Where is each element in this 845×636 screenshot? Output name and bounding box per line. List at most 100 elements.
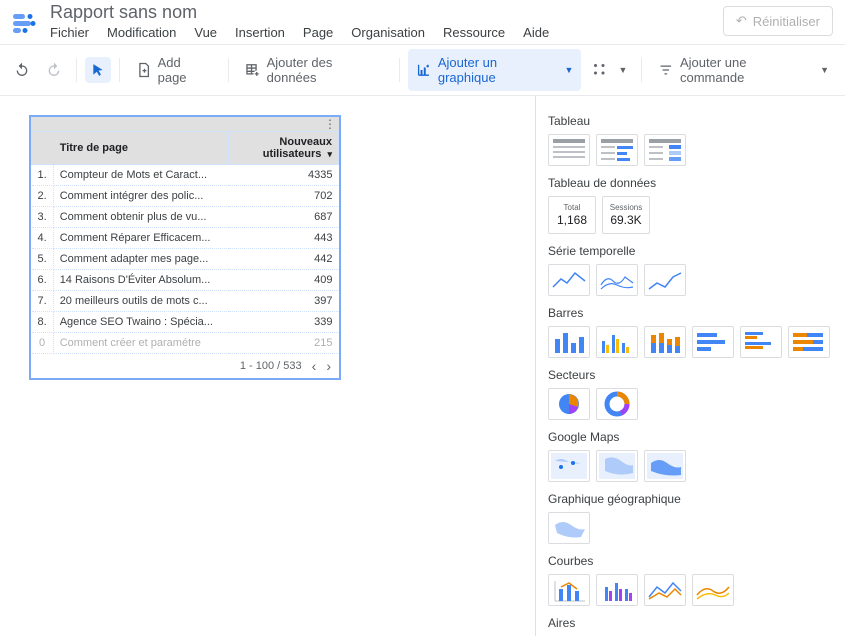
redo-button[interactable] <box>40 56 68 84</box>
chart-geo-1[interactable] <box>548 512 590 544</box>
menu-ressource[interactable]: Ressource <box>443 25 505 40</box>
table-row-faded: 0Comment créer et paramétre215 <box>32 333 339 354</box>
row-title: Comment adapter mes page... <box>53 249 228 270</box>
chevron-down-icon: ▼ <box>820 65 829 75</box>
community-viz-button[interactable]: ▼ <box>585 55 633 85</box>
table-row[interactable]: 7.20 meilleurs outils de mots c...397 <box>32 291 339 312</box>
menu-fichier[interactable]: Fichier <box>50 25 89 40</box>
chart-line-2[interactable] <box>596 574 638 606</box>
chart-bar-2[interactable] <box>596 326 638 358</box>
chart-map-3[interactable] <box>644 450 686 482</box>
menu-vue[interactable]: Vue <box>194 25 217 40</box>
report-canvas[interactable]: ⋮ Titre de page Nouveaux utilisateurs ▾ … <box>0 96 535 636</box>
section-geo: Graphique géographique <box>548 492 833 506</box>
row-title: Comment obtenir plus de vu... <box>53 207 228 228</box>
app-header: Rapport sans nom Fichier Modification Vu… <box>0 0 845 40</box>
chart-map-1[interactable] <box>548 450 590 482</box>
reset-button[interactable]: ↶ Réinitialiser <box>723 6 833 36</box>
document-title[interactable]: Rapport sans nom <box>50 2 723 23</box>
chart-bar-6[interactable] <box>788 326 830 358</box>
chart-table-bars[interactable] <box>596 134 638 166</box>
row-title: Agence SEO Twaino : Spécia... <box>53 312 228 333</box>
chart-line-4[interactable] <box>692 574 734 606</box>
row-index: 6. <box>32 270 54 291</box>
toolbar: Add page Ajouter des données Ajouter un … <box>0 44 845 96</box>
add-data-button[interactable]: Ajouter des données <box>237 49 391 91</box>
row-title: Comment Réparer Efficacem... <box>53 228 228 249</box>
menu-organisation[interactable]: Organisation <box>351 25 425 40</box>
section-courbes: Courbes <box>548 554 833 568</box>
pager-prev-button[interactable]: ‹ <box>312 358 317 374</box>
table-row[interactable]: 2.Comment intégrer des polic...702 <box>32 186 339 207</box>
table-row[interactable]: 5.Comment adapter mes page...442 <box>32 249 339 270</box>
chart-donut[interactable] <box>596 388 638 420</box>
chart-timeseries-3[interactable] <box>644 264 686 296</box>
chart-table-plain[interactable] <box>548 134 590 166</box>
add-control-button[interactable]: Ajouter une commande ▼ <box>650 49 837 91</box>
table-row[interactable]: 3.Comment obtenir plus de vu...687 <box>32 207 339 228</box>
chart-bar-5[interactable] <box>740 326 782 358</box>
menu-aide[interactable]: Aide <box>523 25 549 40</box>
row-title: Compteur de Mots et Caract... <box>53 165 228 186</box>
row-index: 3. <box>32 207 54 228</box>
add-chart-button[interactable]: Ajouter un graphique ▼ <box>408 49 581 91</box>
sort-desc-icon: ▾ <box>327 149 332 159</box>
chart-map-2[interactable] <box>596 450 638 482</box>
add-page-button[interactable]: Add page <box>128 49 220 91</box>
chart-scorecard-2[interactable]: Sessions69.3K <box>602 196 650 234</box>
chart-line-3[interactable] <box>644 574 686 606</box>
chart-pie[interactable] <box>548 388 590 420</box>
datastudio-logo-icon <box>12 11 36 35</box>
menu-page[interactable]: Page <box>303 25 333 40</box>
chart-scorecard-1[interactable]: Total1,168 <box>548 196 596 234</box>
table-corner <box>32 132 54 165</box>
chart-table-heatmap[interactable] <box>644 134 686 166</box>
table-row[interactable]: 4.Comment Réparer Efficacem...443 <box>32 228 339 249</box>
cursor-tool[interactable] <box>85 57 111 83</box>
data-table: Titre de page Nouveaux utilisateurs ▾ 1.… <box>31 131 339 354</box>
row-value: 339 <box>229 312 339 333</box>
section-secteurs: Secteurs <box>548 368 833 382</box>
chevron-down-icon: ▼ <box>618 65 627 75</box>
chart-bar-1[interactable] <box>548 326 590 358</box>
cursor-icon <box>91 63 105 77</box>
section-barres: Barres <box>548 306 833 320</box>
table-pager: 1 - 100 / 533 ‹ › <box>31 354 339 378</box>
menu-insertion[interactable]: Insertion <box>235 25 285 40</box>
menu-modification[interactable]: Modification <box>107 25 176 40</box>
filter-icon <box>658 62 674 78</box>
chart-line-1[interactable] <box>548 574 590 606</box>
chart-bar-3[interactable] <box>644 326 686 358</box>
table-row[interactable]: 8.Agence SEO Twaino : Spécia...339 <box>32 312 339 333</box>
undo-button[interactable] <box>8 56 36 84</box>
row-value: 409 <box>229 270 339 291</box>
row-value: 442 <box>229 249 339 270</box>
row-index: 2. <box>32 186 54 207</box>
row-index: 8. <box>32 312 54 333</box>
row-index: 5. <box>32 249 54 270</box>
pager-next-button[interactable]: › <box>326 358 331 374</box>
chart-plus-icon <box>416 62 432 78</box>
community-icon <box>591 61 609 79</box>
row-index: 7. <box>32 291 54 312</box>
table-chart-widget[interactable]: ⋮ Titre de page Nouveaux utilisateurs ▾ … <box>30 116 340 379</box>
chart-timeseries-2[interactable] <box>596 264 638 296</box>
chevron-down-icon: ▼ <box>565 65 574 75</box>
section-tableau-donnees: Tableau de données <box>548 176 833 190</box>
section-serie-temporelle: Série temporelle <box>548 244 833 258</box>
row-value: 443 <box>229 228 339 249</box>
chart-timeseries-1[interactable] <box>548 264 590 296</box>
row-title: 14 Raisons D'Éviter Absolum... <box>53 270 228 291</box>
row-value: 687 <box>229 207 339 228</box>
kebab-icon[interactable]: ⋮ <box>324 117 335 131</box>
chart-type-dropdown[interactable]: Tableau Tableau de données Total1,168 Se… <box>535 96 845 636</box>
column-header-title[interactable]: Titre de page <box>53 132 228 165</box>
page-plus-icon <box>136 62 152 78</box>
table-row[interactable]: 6.14 Raisons D'Éviter Absolum...409 <box>32 270 339 291</box>
section-aires: Aires <box>548 616 833 630</box>
row-value: 702 <box>229 186 339 207</box>
row-value: 4335 <box>229 165 339 186</box>
chart-bar-4[interactable] <box>692 326 734 358</box>
table-row[interactable]: 1.Compteur de Mots et Caract...4335 <box>32 165 339 186</box>
column-header-users[interactable]: Nouveaux utilisateurs ▾ <box>229 132 339 165</box>
